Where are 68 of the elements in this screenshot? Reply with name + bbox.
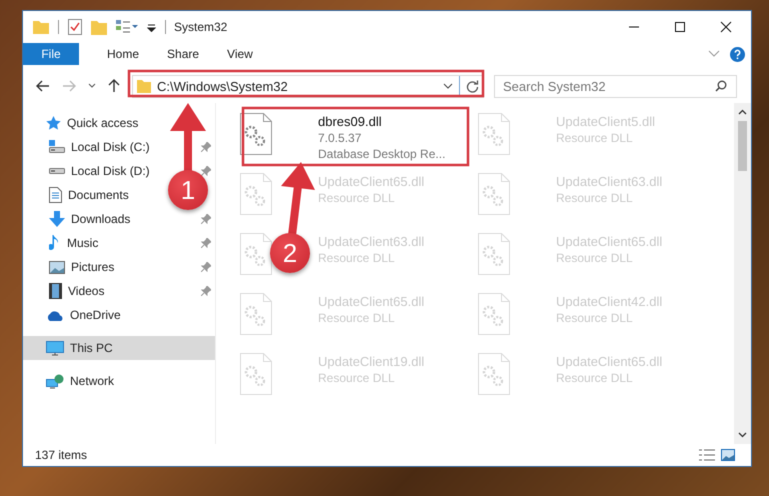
gear-file-icon	[478, 113, 510, 155]
large-icons-view-icon[interactable]	[721, 449, 735, 461]
gear-file-icon	[478, 173, 510, 215]
ribbon-tab[interactable]: Share	[153, 43, 214, 65]
nav-item[interactable]: Network	[23, 369, 215, 393]
folder-icon	[137, 79, 151, 93]
gear-file-icon	[240, 353, 272, 395]
gear-file-icon	[240, 173, 272, 215]
gear-file-icon	[478, 353, 510, 395]
star-icon	[46, 116, 61, 130]
details-view-icon[interactable]	[699, 449, 715, 461]
nav-item[interactable]: Local Disk (D:)	[71, 164, 150, 178]
scrollbar-thumb[interactable]	[738, 121, 747, 171]
film-icon	[49, 283, 62, 299]
ribbon-tab[interactable]: View	[213, 43, 267, 65]
pin-icon[interactable]	[201, 214, 211, 224]
address-path: C:\Windows\System32	[157, 78, 289, 94]
pin-icon[interactable]	[201, 238, 211, 248]
maximize-icon[interactable]	[674, 21, 686, 33]
gear-file-icon	[240, 293, 272, 335]
nav-item[interactable]: Local Disk (C:)	[71, 140, 150, 154]
nav-item[interactable]: This PC	[23, 336, 215, 360]
pin-icon[interactable]	[201, 166, 211, 176]
recent-caret-icon[interactable]	[88, 83, 96, 89]
up-arrow-icon[interactable]	[108, 79, 120, 93]
nav-item[interactable]: Quick access	[23, 111, 215, 135]
help-icon[interactable]	[730, 46, 745, 62]
expand-ribbon-icon[interactable]	[708, 50, 720, 58]
back-arrow-icon[interactable]	[36, 80, 50, 92]
ribbon-tab[interactable]: Home	[93, 43, 154, 65]
nav-item[interactable]: Downloads	[71, 212, 130, 226]
window-title: System32	[174, 20, 228, 34]
cloud-icon	[46, 310, 64, 320]
pin-icon[interactable]	[201, 286, 211, 296]
gear-file-icon	[240, 113, 272, 155]
nav-item[interactable]: OneDrive	[23, 303, 215, 327]
properties-icon[interactable]	[68, 19, 82, 35]
document-icon	[49, 187, 62, 203]
dropdown-caret-icon[interactable]	[443, 83, 453, 89]
nav-item[interactable]: Documents	[68, 188, 129, 202]
scrollbar[interactable]	[734, 103, 751, 444]
nav-item[interactable]: Videos	[68, 284, 104, 298]
nav-item[interactable]: Music	[67, 236, 98, 250]
item-count: 137 items	[35, 448, 88, 462]
nav-item[interactable]: Pictures	[71, 260, 114, 274]
address-bar[interactable]: C:\Windows\System32	[132, 74, 484, 98]
music-note-icon	[49, 235, 61, 251]
view-options-icon[interactable]	[116, 20, 138, 34]
drive-icon	[49, 140, 65, 154]
network-icon	[46, 374, 64, 388]
refresh-icon[interactable]	[466, 80, 479, 92]
scroll-down-icon[interactable]	[738, 432, 747, 438]
gear-file-icon	[478, 233, 510, 275]
monitor-icon	[46, 340, 64, 356]
gear-file-icon	[478, 293, 510, 335]
gear-file-icon	[240, 233, 272, 275]
file-detail: Database Desktop Re...	[318, 146, 446, 162]
search-field[interactable]: Search System32	[494, 74, 737, 98]
picture-icon	[49, 260, 65, 274]
download-arrow-icon	[49, 211, 65, 227]
dropdown-caret-icon[interactable]	[147, 22, 156, 32]
scroll-up-icon[interactable]	[738, 109, 747, 115]
drive-icon	[49, 168, 65, 174]
file-detail: 7.0.5.37	[318, 130, 362, 146]
file-name[interactable]: dbres09.dll	[318, 113, 382, 130]
pin-icon[interactable]	[201, 142, 211, 152]
pin-icon[interactable]	[201, 262, 211, 272]
close-icon[interactable]	[720, 21, 732, 33]
